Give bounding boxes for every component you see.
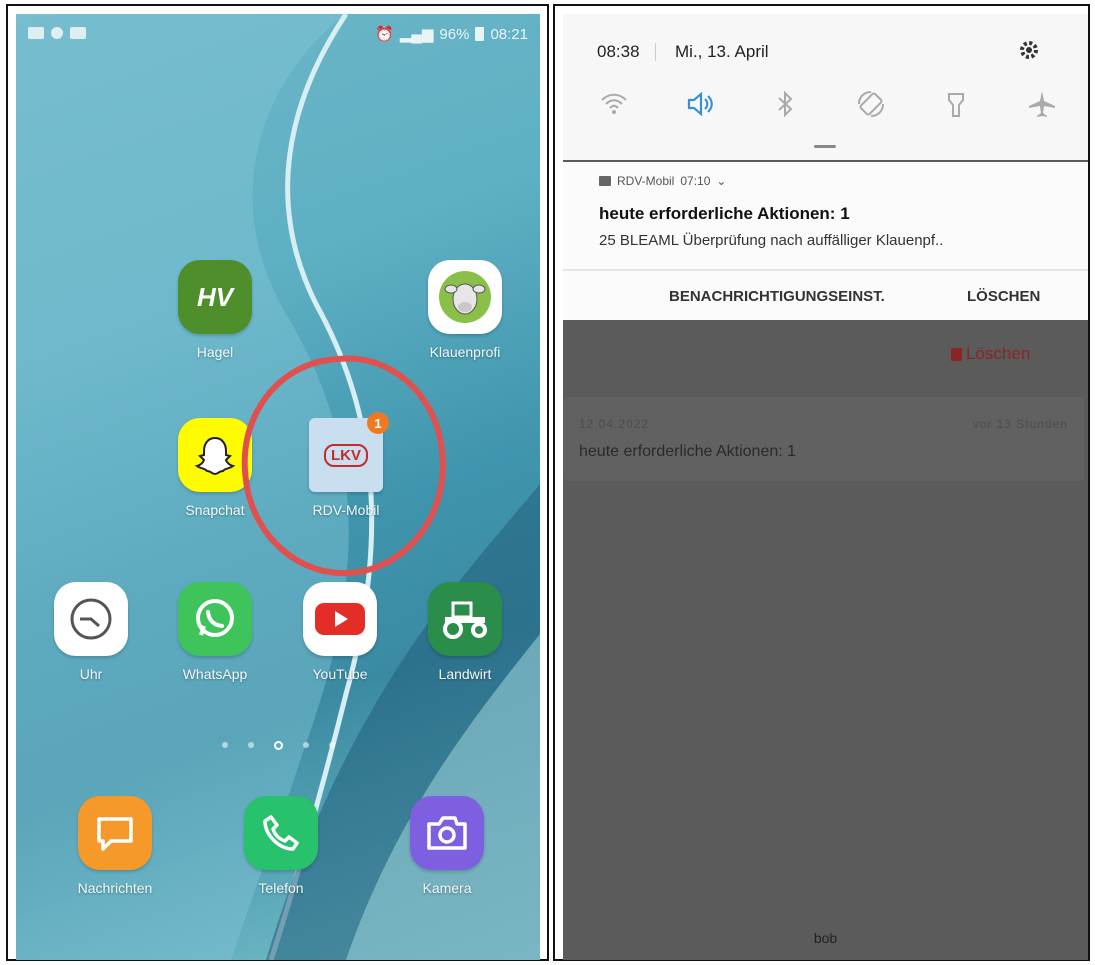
panel-time: 08:38 <box>597 42 640 61</box>
app-label: Landwirt <box>438 666 492 682</box>
home-screen: ⏰ ▂▄▆ 96% 08:21 HV Hagel Klauenprofi Sna… <box>16 14 540 960</box>
message-icon <box>599 176 611 186</box>
delete-label: Löschen <box>966 344 1031 363</box>
status-time: 08:21 <box>490 25 528 43</box>
footer-text: bob <box>813 930 838 946</box>
background-delete-button: Löschen <box>951 344 1030 364</box>
gallery-notification-icon <box>28 27 44 39</box>
quick-toggle-row <box>598 88 1058 120</box>
flashlight-icon[interactable] <box>940 88 972 120</box>
app-klauenprofi[interactable]: Klauenprofi <box>410 260 520 360</box>
camera-icon <box>410 796 484 870</box>
background-message-card: 12.04.2022 vor 13 Stunden heute erforder… <box>563 397 1084 481</box>
alarm-icon: ⏰ <box>375 26 394 43</box>
airplane-icon[interactable] <box>1026 88 1058 120</box>
divider <box>655 43 656 61</box>
app-telefon[interactable]: Telefon <box>226 796 336 896</box>
status-bar: ⏰ ▂▄▆ 96% 08:21 <box>16 14 540 58</box>
notification-settings-button[interactable]: BENACHRICHTIGUNGSEINST. <box>669 288 885 305</box>
app-label: YouTube <box>312 666 368 682</box>
notification-panel: 08:38 Mi., 13. April RDV-Mobil 07:10 ⌄ h… <box>563 14 1088 960</box>
app-label: Nachrichten <box>77 880 153 896</box>
clear-all-button[interactable]: LÖSCHEN <box>967 288 1040 305</box>
app-kamera[interactable]: Kamera <box>392 796 502 896</box>
signal-icon: ▂▄▆ <box>399 26 434 43</box>
app-nachrichten[interactable]: Nachrichten <box>60 796 170 896</box>
message-icon <box>78 796 152 870</box>
page-dot[interactable] <box>221 742 228 748</box>
app-youtube[interactable]: YouTube <box>285 582 395 682</box>
app-label: Klauenprofi <box>429 344 501 360</box>
card-relative-time: vor 13 Stunden <box>972 417 1068 431</box>
battery-percent: 96% <box>439 25 470 43</box>
app-label: Uhr <box>79 666 103 682</box>
app-label: WhatsApp <box>182 666 248 682</box>
hagel-icon: HV <box>178 260 252 334</box>
notification-actions: BENACHRICHTIGUNGSEINST. LÖSCHEN <box>563 270 1088 320</box>
notification-body: 25 BLEAML Überprüfung nach auffälliger K… <box>599 232 944 249</box>
app-label: Kamera <box>422 880 472 896</box>
auto-rotate-icon[interactable] <box>855 88 887 120</box>
cow-head-icon <box>428 260 502 334</box>
app-uhr[interactable]: Uhr <box>36 582 146 682</box>
panel-date: Mi., 13. April <box>675 42 769 61</box>
gear-icon[interactable] <box>1015 36 1043 64</box>
message-notification-icon <box>70 27 86 39</box>
notification-title: heute erforderliche Aktionen: 1 <box>599 204 850 223</box>
app-label: Telefon <box>258 880 304 896</box>
app-hagel[interactable]: HV Hagel <box>160 260 270 360</box>
page-dot[interactable] <box>302 742 309 748</box>
page-dot-active[interactable] <box>273 741 283 750</box>
panel-drag-handle[interactable] <box>814 145 836 148</box>
wifi-icon[interactable] <box>598 88 630 120</box>
bluetooth-icon[interactable] <box>769 88 801 120</box>
battery-icon <box>475 27 485 41</box>
notification-card[interactable]: RDV-Mobil 07:10 ⌄ heute erforderliche Ak… <box>563 162 1088 270</box>
notification-app-name: RDV-Mobil <box>617 174 675 188</box>
page-indicator[interactable] <box>16 741 540 750</box>
phone-icon <box>244 796 318 870</box>
quick-settings: 08:38 Mi., 13. April <box>563 14 1088 160</box>
app-label: Hagel <box>196 344 234 360</box>
tractor-icon <box>428 582 502 656</box>
app-landwirt[interactable]: Landwirt <box>410 582 520 682</box>
page-dot[interactable] <box>328 742 335 748</box>
chevron-down-icon[interactable]: ⌄ <box>716 174 726 188</box>
card-title: heute erforderliche Aktionen: 1 <box>579 443 797 460</box>
trash-icon <box>951 347 962 361</box>
sound-icon[interactable] <box>684 88 716 120</box>
notification-header: RDV-Mobil 07:10 ⌄ <box>599 174 726 188</box>
whatsapp-icon <box>178 582 252 656</box>
chat-notification-icon <box>51 27 63 39</box>
page-dot[interactable] <box>247 742 254 748</box>
youtube-icon <box>303 582 377 656</box>
app-whatsapp[interactable]: WhatsApp <box>160 582 270 682</box>
clock-icon <box>54 582 128 656</box>
card-date: 12.04.2022 <box>579 417 650 431</box>
notification-time: 07:10 <box>680 174 711 188</box>
